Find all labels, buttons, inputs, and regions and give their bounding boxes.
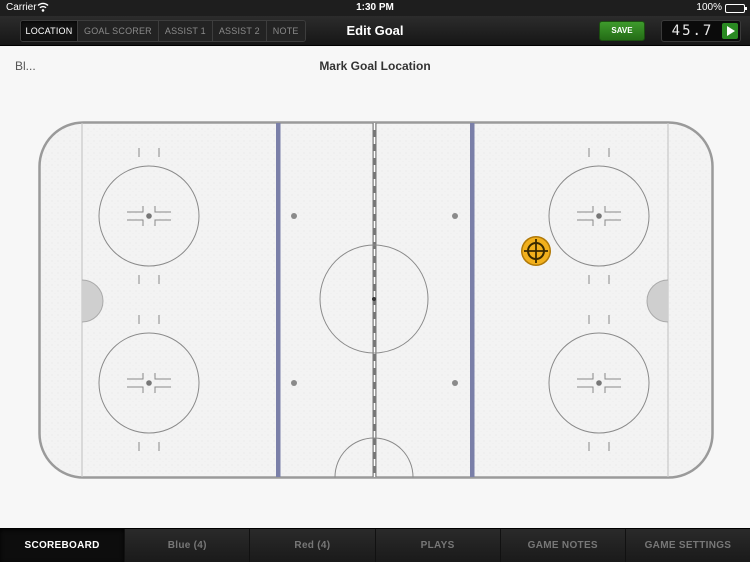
blue-line-left <box>276 123 281 477</box>
status-bar: Carrier 1:30 PM 100% <box>0 0 750 16</box>
neutral-faceoff-dot <box>452 380 458 386</box>
blue-line-right <box>470 123 475 477</box>
neutral-faceoff-dot <box>452 213 458 219</box>
tab-red-team[interactable]: Red (4) <box>250 529 376 562</box>
bottom-tab-bar: SCOREBOARD Blue (4) Red (4) PLAYS GAME N… <box>0 528 750 562</box>
neutral-faceoff-dot <box>291 380 297 386</box>
tab-blue-team[interactable]: Blue (4) <box>125 529 251 562</box>
battery-percent: 100% <box>696 2 722 13</box>
center-faceoff-dot <box>372 297 376 301</box>
tab-scoreboard[interactable]: SCOREBOARD <box>0 529 126 562</box>
edit-goal-segmented-control: LOCATION GOAL SCORER ASSIST 1 ASSIST 2 N… <box>20 20 306 42</box>
goal-location-marker-icon[interactable] <box>521 236 551 266</box>
neutral-faceoff-dot <box>291 213 297 219</box>
segment-assist-2[interactable]: ASSIST 2 <box>212 21 267 41</box>
segment-note[interactable]: NOTE <box>266 21 305 41</box>
save-button[interactable]: SAVE <box>599 21 645 41</box>
play-icon[interactable] <box>722 23 738 39</box>
hockey-rink[interactable] <box>38 121 714 479</box>
tab-plays[interactable]: PLAYS <box>376 529 501 562</box>
segment-assist-1[interactable]: ASSIST 1 <box>158 21 213 41</box>
goal-location-panel: Bl... Mark Goal Location <box>0 47 750 528</box>
game-clock: 45.7 <box>661 20 741 42</box>
segment-goal-scorer[interactable]: GOAL SCORER <box>78 21 159 41</box>
tab-game-notes[interactable]: GAME NOTES <box>501 529 626 562</box>
mark-goal-location-title: Mark Goal Location <box>319 59 431 73</box>
tab-game-settings[interactable]: GAME SETTINGS <box>626 529 750 562</box>
game-clock-value: 45.7 <box>671 23 714 39</box>
segment-location[interactable]: LOCATION <box>21 21 78 41</box>
navigation-bar: LOCATION GOAL SCORER ASSIST 1 ASSIST 2 N… <box>0 16 750 46</box>
status-time: 1:30 PM <box>356 2 394 13</box>
battery-icon <box>725 4 747 13</box>
